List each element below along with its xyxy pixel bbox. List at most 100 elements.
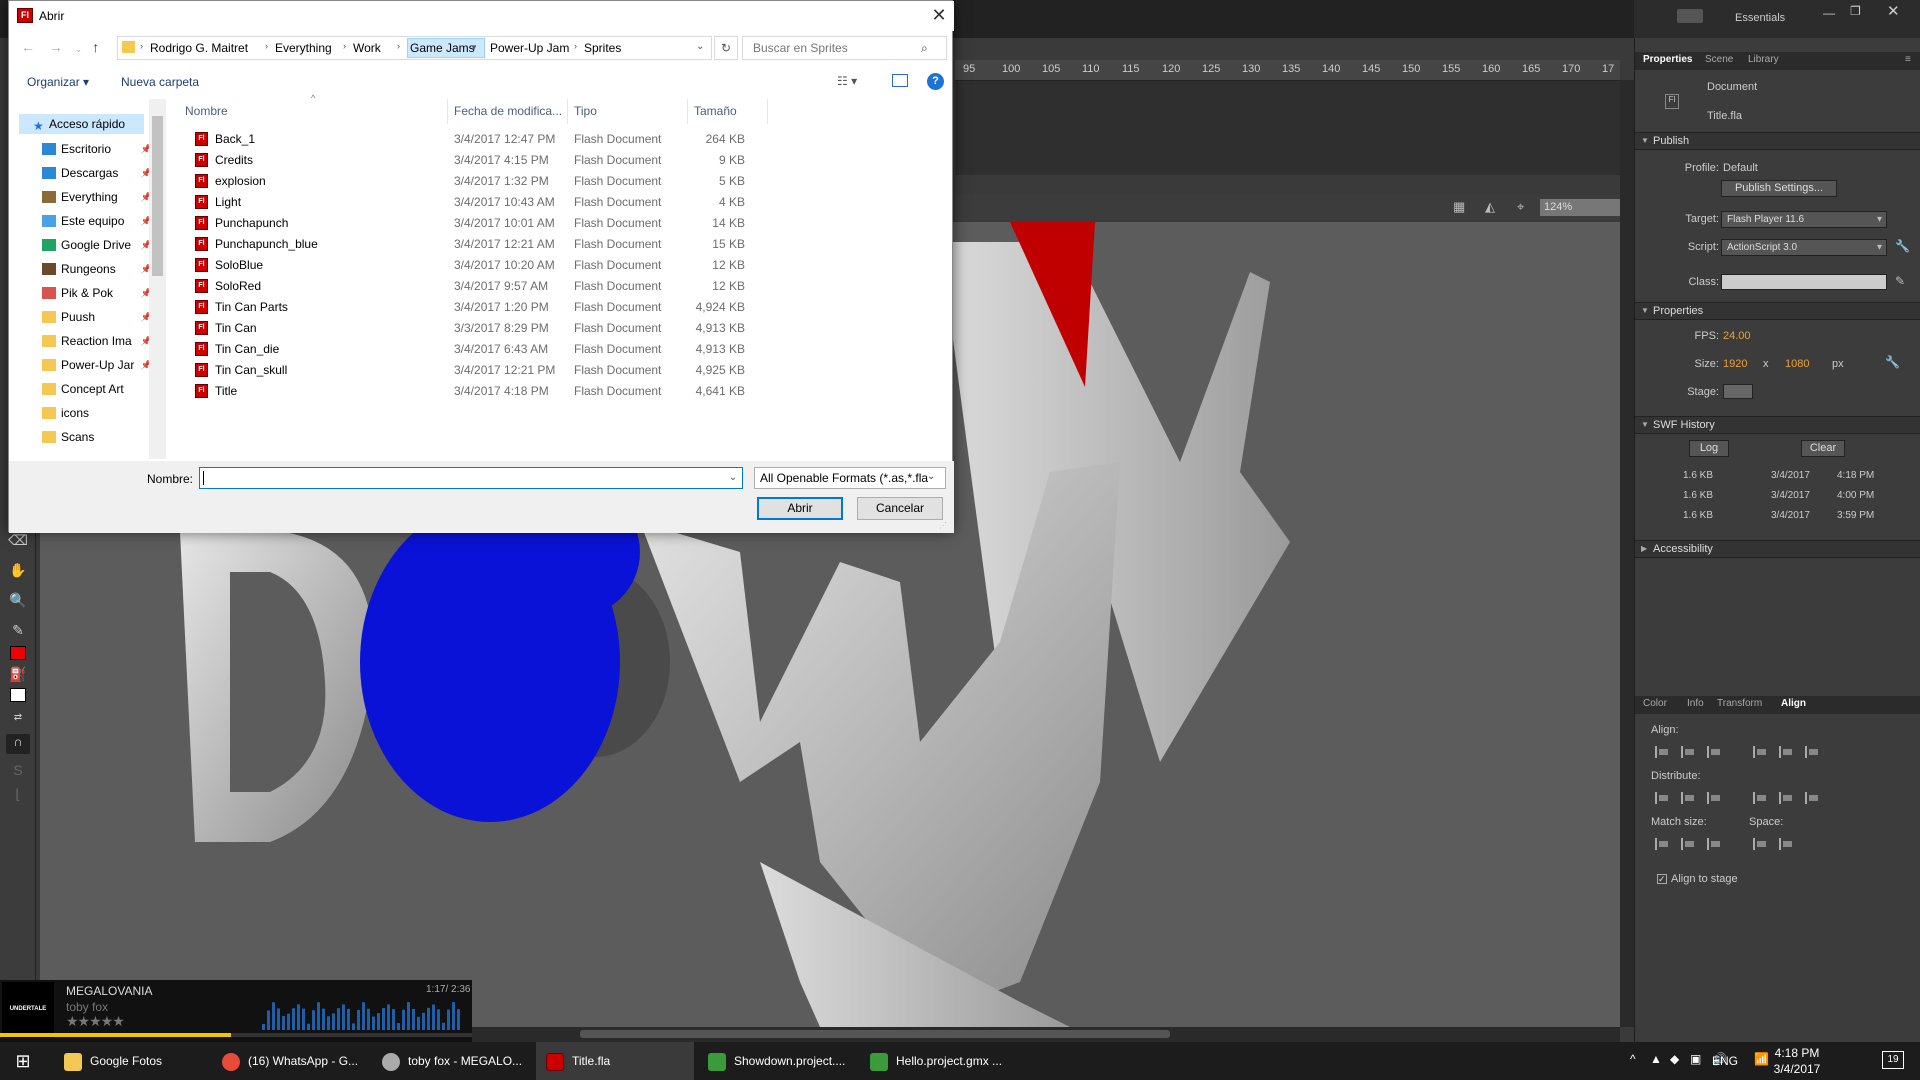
track-progress-remaining[interactable] <box>231 1033 472 1037</box>
filetype-select[interactable]: All Openable Formats (*.as,*.fla <box>754 467 946 489</box>
pencil-icon[interactable]: ✎ <box>1895 274 1905 288</box>
nav-scrollbar-thumb[interactable] <box>152 116 163 276</box>
taskbar-item-title-fla[interactable]: Title.fla <box>536 1042 694 1080</box>
size-wrench-icon[interactable]: 🔧 <box>1885 355 1900 369</box>
scrollbar-thumb[interactable] <box>580 1030 1170 1038</box>
stroke-color-swatch[interactable] <box>10 646 26 660</box>
file-row[interactable]: Fl Credits 3/4/2017 4:15 PM Flash Document 9… <box>185 150 785 171</box>
back-arrow-icon[interactable]: ← <box>21 39 35 55</box>
tab-color[interactable]: Color <box>1643 698 1667 709</box>
tab-info[interactable]: Info <box>1687 698 1704 709</box>
recent-chevron-icon[interactable]: ⌄ <box>75 44 83 54</box>
column-header-type[interactable]: Tipo <box>574 104 597 118</box>
address-bar[interactable]: › Rodrigo G. Maitret › Everything › Work… <box>117 36 712 60</box>
log-button[interactable]: Log <box>1689 440 1729 457</box>
file-row[interactable]: Fl Title 3/4/2017 4:18 PM Flash Document 4,6… <box>185 381 785 402</box>
edit-symbol-icon[interactable]: ◭ <box>1485 199 1495 215</box>
workspace-icon[interactable] <box>1677 9 1703 23</box>
distribute-right-icon[interactable] <box>1805 792 1819 804</box>
taskbar-item-whatsapp[interactable]: (16) WhatsApp - G... <box>216 1042 366 1080</box>
open-button[interactable]: Abrir <box>757 497 843 520</box>
align-bottom-icon[interactable] <box>1805 746 1819 758</box>
distribute-hcenter-icon[interactable] <box>1779 792 1793 804</box>
tray-app-icon[interactable]: ▣ <box>1690 1052 1701 1066</box>
nav-quick-access[interactable]: ★ Acceso rápido <box>19 114 144 134</box>
search-input[interactable]: Buscar en Sprites <box>742 36 947 60</box>
filename-dropdown-icon[interactable]: ⌄ <box>723 467 743 489</box>
distribute-left-icon[interactable] <box>1753 792 1767 804</box>
file-row[interactable]: Fl Punchapunch 3/4/2017 10:01 AM Flash Docu… <box>185 213 785 234</box>
stage-vertical-scrollbar[interactable] <box>1620 80 1634 1027</box>
google-drive-tray-icon[interactable]: ▲ <box>1650 1052 1662 1066</box>
minimize-icon[interactable]: — <box>1823 6 1835 20</box>
taskbar-item-hello[interactable]: Hello.project.gmx ... <box>862 1042 1022 1080</box>
column-divider[interactable] <box>767 99 768 124</box>
accessibility-section-header[interactable]: Accessibility <box>1635 540 1920 558</box>
nav-item-power-up-jam[interactable]: Power-Up Jar 📌 <box>31 355 156 375</box>
zoom-select[interactable]: 124% <box>1540 199 1620 216</box>
close-icon[interactable]: ✕ <box>927 5 951 27</box>
stroke-pencil-icon[interactable]: ✎ <box>8 620 28 640</box>
smooth-icon[interactable]: S <box>8 760 28 780</box>
file-row[interactable]: Fl SoloBlue 3/4/2017 10:20 AM Flash Documen… <box>185 255 785 276</box>
class-input[interactable] <box>1721 274 1887 290</box>
tab-library[interactable]: Library <box>1748 54 1779 65</box>
help-icon[interactable]: ? <box>927 73 944 90</box>
file-row[interactable]: Fl Tin Can_skull 3/4/2017 12:21 PM Flash Do… <box>185 360 785 381</box>
file-row[interactable]: Fl explosion 3/4/2017 1:32 PM Flash Documen… <box>185 171 785 192</box>
tab-align[interactable]: Align <box>1781 698 1806 709</box>
align-hcenter-icon[interactable] <box>1681 746 1695 758</box>
breadcrumb-item[interactable]: Power-Up Jam <box>490 41 569 55</box>
center-stage-icon[interactable]: ⌖ <box>1517 199 1524 215</box>
taskbar-item-megalovania[interactable]: toby fox - MEGALO... <box>374 1042 532 1080</box>
nav-item-everything[interactable]: Everything 📌 <box>31 187 156 207</box>
dialog-titlebar[interactable] <box>9 1 954 31</box>
file-row[interactable]: Fl Light 3/4/2017 10:43 AM Flash Document 4 … <box>185 192 785 213</box>
fill-color-swatch[interactable] <box>10 688 26 702</box>
breadcrumb-item[interactable]: Game Jams <box>410 41 475 55</box>
hand-tool-icon[interactable]: ✋ <box>8 560 28 580</box>
tab-transform[interactable]: Transform <box>1717 698 1762 709</box>
stage-color-swatch[interactable] <box>1723 384 1753 399</box>
timeline-frames[interactable] <box>955 80 1620 175</box>
panel-menu-icon[interactable]: ≡ <box>1905 54 1911 65</box>
column-header-name[interactable]: Nombre <box>185 104 228 118</box>
file-row[interactable]: Fl SoloRed 3/4/2017 9:57 AM Flash Document 1… <box>185 276 785 297</box>
distribute-bottom-icon[interactable] <box>1707 792 1721 804</box>
align-to-stage-checkbox[interactable]: ✓ <box>1657 874 1667 884</box>
height-value[interactable]: 1080 <box>1785 358 1809 370</box>
nav-item-reaction-images[interactable]: Reaction Ima 📌 <box>31 331 156 351</box>
windows-start-icon[interactable]: ⊞ <box>0 1042 46 1080</box>
swf-history-section-header[interactable]: SWF History <box>1635 416 1920 434</box>
wrench-icon[interactable]: 🔧 <box>1895 239 1910 253</box>
breadcrumb-item[interactable]: Rodrigo G. Maitret <box>150 41 248 55</box>
publish-settings-button[interactable]: Publish Settings... <box>1721 180 1837 197</box>
column-header-date[interactable]: Fecha de modifica... <box>454 104 562 118</box>
match-both-icon[interactable] <box>1707 838 1721 850</box>
forward-arrow-icon[interactable]: → <box>49 39 63 55</box>
nav-item-icons[interactable]: icons <box>31 403 156 423</box>
breadcrumb-item[interactable]: Everything <box>275 41 332 55</box>
space-horizontal-icon[interactable] <box>1779 838 1793 850</box>
breadcrumb-item[interactable]: Work <box>353 41 381 55</box>
column-divider[interactable] <box>447 99 448 124</box>
align-left-icon[interactable] <box>1655 746 1669 758</box>
tray-overflow-icon[interactable]: ^ <box>1630 1052 1636 1066</box>
refresh-icon[interactable]: ↻ <box>714 36 738 60</box>
up-arrow-icon[interactable]: ↑ <box>92 39 99 55</box>
organize-button[interactable]: Organizar ▾ <box>27 75 89 89</box>
breadcrumb-dropdown-icon[interactable]: ▼ <box>470 43 478 52</box>
file-row[interactable]: Fl Punchapunch_blue 3/4/2017 12:21 AM Flash… <box>185 234 785 255</box>
eraser-icon[interactable]: ⌫ <box>8 530 28 550</box>
nav-item-este-equipo[interactable]: Este equipo 📌 <box>31 211 156 231</box>
file-row[interactable]: Fl Tin Can_die 3/4/2017 6:43 AM Flash Docum… <box>185 339 785 360</box>
width-value[interactable]: 1920 <box>1723 358 1747 370</box>
nav-item-descargas[interactable]: Descargas 📌 <box>31 163 156 183</box>
input-language[interactable]: ENG <box>1712 1054 1738 1068</box>
column-divider[interactable] <box>687 99 688 124</box>
preview-pane-icon[interactable] <box>892 74 908 87</box>
align-right-icon[interactable] <box>1707 746 1721 758</box>
publish-section-header[interactable]: Publish <box>1635 132 1920 150</box>
file-row[interactable]: Fl Tin Can Parts 3/4/2017 1:20 PM Flash Doc… <box>185 297 785 318</box>
file-row[interactable]: Fl Back_1 3/4/2017 12:47 PM Flash Document 2… <box>185 129 785 150</box>
